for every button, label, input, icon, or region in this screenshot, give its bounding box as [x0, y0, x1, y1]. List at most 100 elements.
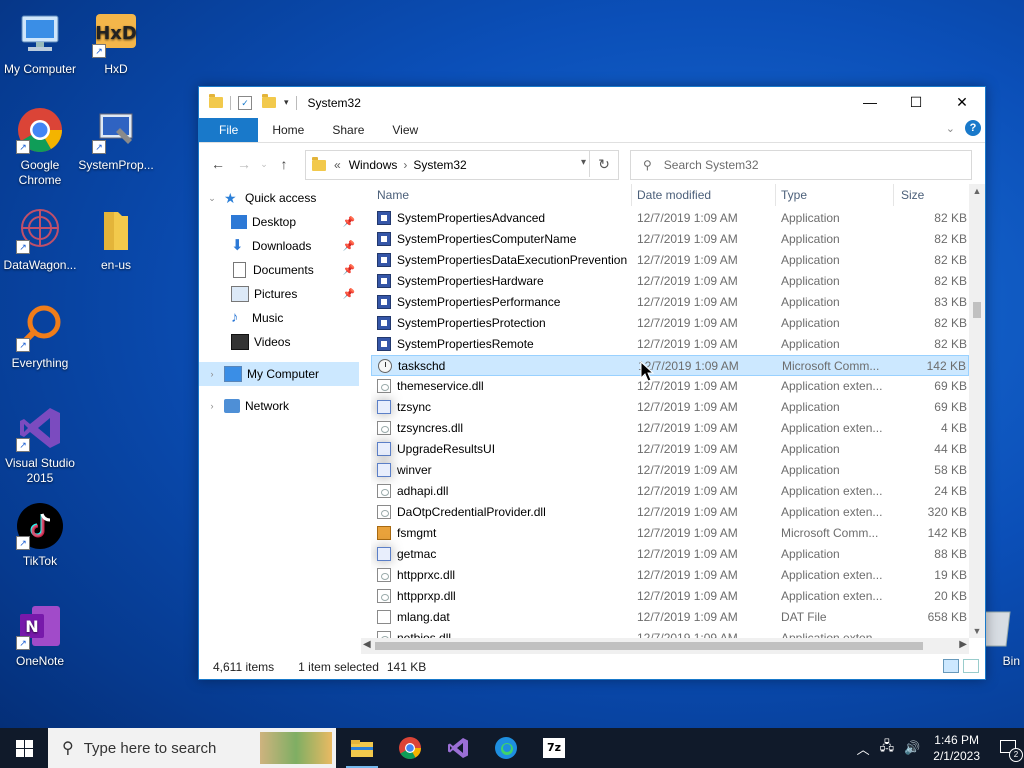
notification-center-icon[interactable]: 2 [994, 728, 1024, 768]
network-status-icon[interactable]: 🖧 [880, 737, 895, 759]
tab-view[interactable]: View [378, 118, 432, 142]
volume-icon[interactable]: 🔊 [904, 740, 920, 756]
scroll-thumb[interactable] [375, 642, 923, 650]
minimize-button[interactable]: — [847, 87, 893, 117]
scroll-down-icon[interactable]: ▼ [969, 626, 985, 636]
expand-ribbon-icon[interactable]: ⌄ [946, 122, 955, 135]
close-button[interactable]: ✕ [939, 87, 985, 117]
file-row[interactable]: getmac 12/7/2019 1:09 AM Application 88 KB [371, 544, 969, 565]
desktop-icon-hxd[interactable]: HxD ↗ HxD [76, 10, 156, 77]
file-row[interactable]: winver 12/7/2019 1:09 AM Application 58 KB [371, 460, 969, 481]
expand-chevron-icon[interactable]: › [205, 401, 219, 411]
nav-my-computer[interactable]: › My Computer [199, 362, 359, 386]
breadcrumb-windows[interactable]: Windows [349, 158, 398, 172]
file-row[interactable]: httpprxc.dll 12/7/2019 1:09 AM Application… [371, 565, 969, 586]
pin-icon[interactable]: 📌 [343, 217, 355, 228]
back-arrow-icon[interactable]: ← [205, 156, 231, 172]
file-row[interactable]: netbios.dll 12/7/2019 1:09 AM Application … [371, 628, 969, 638]
pin-icon[interactable]: 📌 [343, 241, 355, 252]
nav-desktop[interactable]: Desktop 📌 [199, 210, 359, 234]
nav-network[interactable]: › Network [199, 394, 359, 418]
new-folder-icon[interactable] [262, 94, 276, 108]
vertical-scrollbar[interactable]: ▲ ▼ [969, 184, 985, 638]
horizontal-scrollbar[interactable]: ◀ ▶ [361, 638, 969, 654]
column-type[interactable]: Type [781, 188, 807, 202]
file-row[interactable]: fsmgmt 12/7/2019 1:09 AM Microsoft Comm...… [371, 523, 969, 544]
show-hidden-icons-icon[interactable]: ︿ [857, 739, 870, 758]
nav-pictures[interactable]: Pictures 📌 [199, 282, 359, 306]
taskbar-chrome[interactable] [386, 728, 434, 768]
details-view-icon[interactable] [943, 659, 959, 673]
recent-locations-icon[interactable]: ⌄ [257, 159, 271, 170]
maximize-button[interactable]: ☐ [893, 87, 939, 117]
expand-chevron-icon[interactable]: › [205, 369, 219, 379]
properties-check-icon[interactable]: ✓ [238, 95, 252, 110]
taskbar-edge[interactable] [482, 728, 530, 768]
desktop-icon-tiktok[interactable]: ↗ TikTok [0, 502, 80, 569]
file-row[interactable]: SystemPropertiesProtection 12/7/2019 1:09… [371, 313, 969, 334]
breadcrumb-chevron-icon[interactable]: › [403, 158, 407, 172]
desktop-icon-onenote[interactable]: N ↗ OneNote [0, 602, 80, 669]
column-name[interactable]: Name [377, 188, 409, 202]
file-row[interactable]: UpgradeResultsUI 12/7/2019 1:09 AM Applica… [371, 439, 969, 460]
taskbar-file-explorer[interactable] [338, 728, 386, 768]
search-box[interactable]: ⚲ Search System32 [630, 150, 972, 180]
expand-chevron-icon[interactable]: ⌄ [205, 193, 219, 204]
column-divider[interactable] [631, 184, 632, 206]
desktop-icon-datawagon[interactable]: ↗ DataWagon... [0, 206, 80, 273]
file-row[interactable]: DaOtpCredentialProvider.dll 12/7/2019 1:0… [371, 502, 969, 523]
clock[interactable]: 1:46 PM 2/1/2023 [933, 732, 980, 764]
nav-music[interactable]: ♪ Music [199, 306, 359, 330]
scroll-thumb[interactable] [973, 302, 981, 318]
large-icons-view-icon[interactable] [963, 659, 979, 673]
taskbar-search-box[interactable]: ⚲ Type here to search [48, 728, 336, 768]
desktop-icon-my-computer[interactable]: My Computer [0, 10, 80, 77]
nav-videos[interactable]: Videos [199, 330, 359, 354]
column-date-modified[interactable]: Date modified [637, 188, 711, 202]
file-row[interactable]: SystemPropertiesRemote 12/7/2019 1:09 AM A… [371, 334, 969, 355]
scroll-up-icon[interactable]: ▲ [969, 186, 985, 196]
tab-file[interactable]: File [199, 118, 259, 142]
address-bar[interactable]: « Windows › System32 ▾ ↻ [305, 150, 619, 180]
customize-toolbar-icon[interactable]: ▾ [284, 97, 289, 108]
pin-icon[interactable]: 📌 [343, 289, 355, 300]
file-row[interactable]: taskschd 12/7/2019 1:09 AM Microsoft Comm.… [371, 355, 969, 376]
file-row[interactable]: themeservice.dll 12/7/2019 1:09 AM Applica… [371, 376, 969, 397]
scroll-left-icon[interactable]: ◀ [363, 639, 371, 650]
tab-home[interactable]: Home [258, 118, 318, 142]
desktop-icon-chrome[interactable]: ↗ Google Chrome [0, 106, 80, 188]
file-row[interactable]: httpprxp.dll 12/7/2019 1:09 AM Application… [371, 586, 969, 607]
file-row[interactable]: mlang.dat 12/7/2019 1:09 AM DAT File 658 KB [371, 607, 969, 628]
scroll-right-icon[interactable]: ▶ [959, 639, 967, 650]
taskbar-7zip[interactable]: 7z [530, 728, 578, 768]
file-row[interactable]: tzsync 12/7/2019 1:09 AM Application 69 KB [371, 397, 969, 418]
desktop-icon-visual-studio[interactable]: ↗ Visual Studio 2015 [0, 404, 80, 486]
up-arrow-icon[interactable]: ↑ [271, 156, 297, 172]
desktop-icon-everything[interactable]: ↗ Everything [0, 304, 80, 371]
file-row[interactable]: adhapi.dll 12/7/2019 1:09 AM Application e… [371, 481, 969, 502]
file-row[interactable]: SystemPropertiesPerformance 12/7/2019 1:0… [371, 292, 969, 313]
refresh-icon[interactable]: ↻ [589, 151, 618, 177]
nav-quick-access[interactable]: ⌄ ★ Quick access [199, 186, 359, 210]
desktop-icon-en-us[interactable]: en-us [76, 206, 156, 273]
column-divider[interactable] [775, 184, 776, 206]
file-row[interactable]: SystemPropertiesComputerName 12/7/2019 1:… [371, 229, 969, 250]
forward-arrow-icon[interactable]: → [231, 156, 257, 172]
help-icon[interactable]: ? [965, 120, 981, 136]
column-size[interactable]: Size [901, 188, 924, 202]
column-divider[interactable] [893, 184, 894, 206]
file-row[interactable]: SystemPropertiesAdvanced 12/7/2019 1:09 A… [371, 208, 969, 229]
start-button[interactable] [0, 728, 48, 768]
file-row[interactable]: tzsyncres.dll 12/7/2019 1:09 AM Applicatio… [371, 418, 969, 439]
file-row[interactable]: SystemPropertiesHardware 12/7/2019 1:09 A… [371, 271, 969, 292]
taskbar-visual-studio[interactable] [434, 728, 482, 768]
breadcrumb-overflow[interactable]: « [334, 158, 341, 172]
nav-documents[interactable]: Documents 📌 [199, 258, 359, 282]
file-row[interactable]: SystemPropertiesDataExecutionPrevention 1… [371, 250, 969, 271]
pin-icon[interactable]: 📌 [343, 265, 355, 276]
address-dropdown-icon[interactable]: ▾ [581, 157, 586, 168]
breadcrumb-system32[interactable]: System32 [413, 158, 466, 172]
nav-downloads[interactable]: ⬇ Downloads 📌 [199, 234, 359, 258]
desktop-icon-systemprop[interactable]: ↗ SystemProp... [76, 106, 156, 173]
tab-share[interactable]: Share [318, 118, 378, 142]
